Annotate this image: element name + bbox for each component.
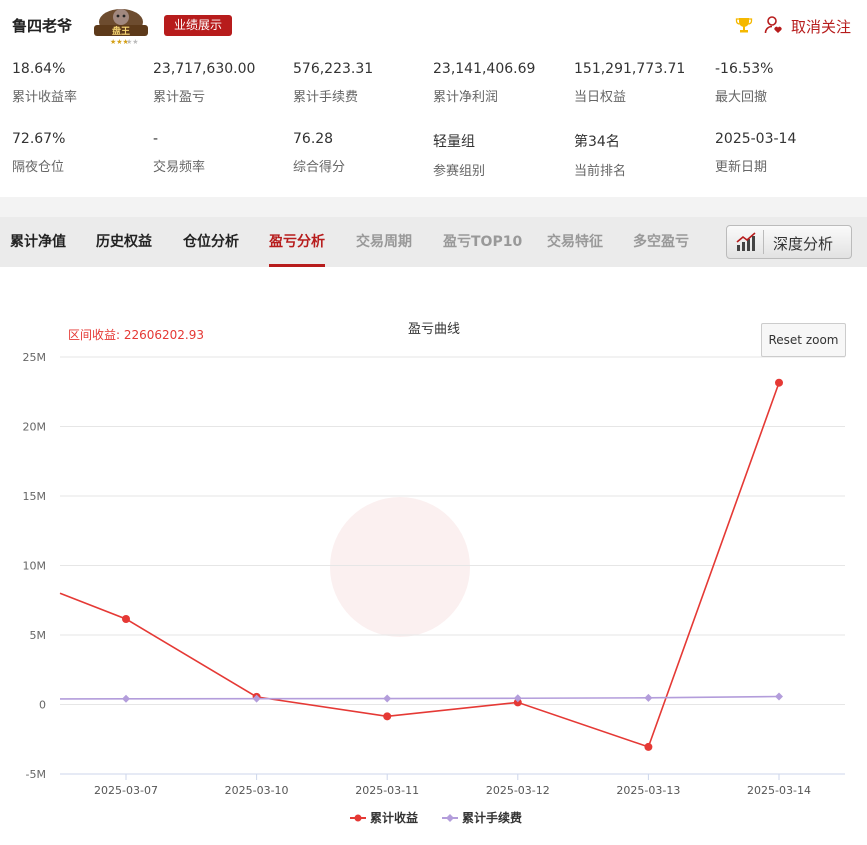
data-point[interactable] [644,693,653,702]
reset-zoom-button[interactable]: Reset zoom [761,323,846,357]
stat-label: 当前排名 [574,164,627,179]
stat-item: 23,141,406.69 累计净利润 [433,61,573,105]
x-tick-label: 2025-03-14 [747,784,811,797]
data-point[interactable] [644,742,653,751]
data-point[interactable] [383,712,392,721]
pnl-chart: 25M 20M 15M 10M 5M 0 -5M 2025-03-07 2025-03-10 20… [0,267,867,845]
stat-item: 72.67% 隔夜仓位 [12,131,152,175]
stat-value: 2025-03-14 [715,131,797,147]
stat-value: - [153,131,159,147]
stat-item: -16.53% 最大回撤 [715,61,855,105]
x-tick-label: 2025-03-11 [355,784,419,797]
stat-value: 151,291,773.71 [574,61,686,77]
stat-label: 隔夜仓位 [12,160,65,175]
trader-name: 鲁四老爷 [12,17,73,35]
data-point[interactable] [122,694,130,703]
y-tick-label: -5M [26,768,46,781]
y-tick-label: 20M [23,421,47,434]
legend-marker[interactable] [446,814,454,822]
stat-label: 当日权益 [574,90,627,105]
trophy-icon[interactable] [735,16,753,34]
stat-item: 576,223.31 累计手续费 [293,61,433,105]
unfollow-button[interactable]: 取消关注 [791,16,851,37]
stat-label: 累计净利润 [433,90,499,105]
x-tick-label: 2025-03-10 [225,784,289,797]
stat-value: 23,141,406.69 [433,61,536,77]
stat-item: 23,717,630.00 累计盈亏 [153,61,293,105]
tab-2[interactable]: 仓位分析 [183,217,239,267]
unfollow-user-icon[interactable] [764,15,784,35]
stat-value: 76.28 [293,131,334,147]
stat-value: 18.64% [12,61,66,77]
series-line-1 [59,695,780,700]
stat-item: 18.64% 累计收益率 [12,61,152,105]
legend-item-label[interactable]: 累计收益 [370,810,418,825]
y-tick-label: 5M [30,629,47,642]
pnl-chart-svg[interactable]: 25M 20M 15M 10M 5M 0 -5M 2025-03-07 2025-03-10 20… [0,267,867,845]
button-separator [763,230,764,254]
tab-7[interactable]: 多空盈亏 [633,217,689,267]
stat-value: 576,223.31 [293,61,374,77]
stat-label: 最大回撤 [715,90,768,105]
bar-trend-icon [736,232,756,251]
chart-title: 盈亏曲线 [408,322,460,337]
stat-value: 第34名 [574,134,620,150]
stat-label: 参赛组别 [433,164,486,179]
y-tick-label: 25M [23,351,47,364]
y-tick-label: 0 [39,699,46,712]
stat-label: 更新日期 [715,160,768,175]
section-divider [0,197,867,217]
data-point[interactable] [775,692,783,701]
stat-item: 2025-03-14 更新日期 [715,131,855,175]
analysis-tab-bar: 累计净值 历史权益 仓位分析 盈亏分析 交易周期 盈亏TOP10 交易特征 多空盈亏 深度分析 [0,217,867,267]
legend-marker[interactable] [354,814,362,822]
range-profit-label: 区间收益: 22606202.93 [68,328,204,342]
stat-item: 151,291,773.71 当日权益 [574,61,714,105]
rank-badge-icon: 盘王 ★★★ ★★ [94,9,148,46]
tab-6[interactable]: 交易特征 [547,217,603,267]
legend-item-label[interactable]: 累计手续费 [462,810,522,825]
performance-tag-button[interactable]: 业绩展示 [164,15,233,36]
y-tick-label: 15M [23,490,47,503]
tab-3[interactable]: 盈亏分析 [269,217,325,267]
deep-analysis-button[interactable]: 深度分析 [726,225,852,259]
stat-label: 累计手续费 [293,90,359,105]
deep-analysis-label: 深度分析 [773,235,834,253]
tab-4[interactable]: 交易周期 [356,217,412,267]
stat-value: 轻量组 [433,134,475,150]
badge-text: 盘王 [112,25,130,37]
x-tick-label: 2025-03-13 [616,784,680,797]
stat-label: 累计盈亏 [153,90,206,105]
x-tick-label: 2025-03-07 [94,784,158,797]
data-point[interactable] [122,615,130,624]
stat-item: - 交易频率 [153,131,293,175]
data-point[interactable] [383,694,392,703]
stat-label: 交易频率 [153,160,206,175]
watermark-logo [330,497,470,637]
stat-item: 第34名当前排名 [574,131,714,179]
x-tick-label: 2025-03-12 [486,784,550,797]
tab-5[interactable]: 盈亏TOP10 [443,217,522,267]
tab-0[interactable]: 累计净值 [10,217,66,267]
stat-label: 累计收益率 [12,90,78,105]
stat-label: 综合得分 [293,160,346,175]
data-point[interactable] [775,378,783,387]
stat-item: 76.28 综合得分 [293,131,433,175]
stat-value: -16.53% [715,61,774,77]
stat-value: 23,717,630.00 [153,61,256,77]
stat-item: 轻量组 参赛组别 [433,131,573,179]
trader-header: 鲁四老爷 盘王 ★★★ ★★ 业绩展示 取消关注 18.64% 累计收益率 23,7… [0,0,867,197]
stat-value: 72.67% [12,131,66,147]
tab-1[interactable]: 历史权益 [96,217,152,267]
svg-text:★★: ★★ [126,38,139,46]
y-tick-label: 10M [23,560,47,573]
